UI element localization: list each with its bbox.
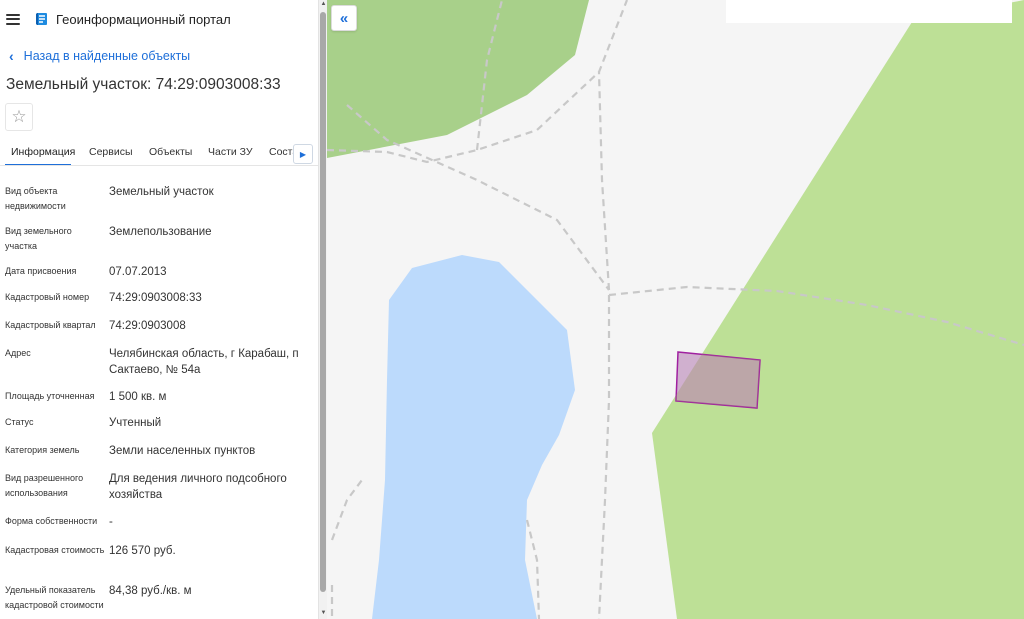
forest-area [327,0,589,158]
property-label: Вид земельного участка [5,226,72,251]
property-label: Кадастровая стоимость [5,545,105,555]
map-layer [327,0,1024,619]
property-label: Форма собственности [5,516,98,526]
header: Геоинформационный портал [0,0,318,38]
collapse-panel-button[interactable]: « [331,5,357,31]
property-value: - [109,516,113,528]
portal-logo-icon [36,12,47,26]
tabs-scroll-right-button[interactable]: ▶ [293,144,313,164]
back-link[interactable]: ‹ Назад в найденные объекты [0,38,318,74]
hamburger-icon[interactable] [6,13,20,25]
property-value: Земли населенных пунктов [109,445,256,457]
property-label: Адрес [5,348,31,358]
property-value: 07.07.2013 [109,266,167,278]
property-label: Статус [5,417,34,427]
property-label: Площадь уточненная [5,391,95,401]
double-chevron-left-icon: « [339,9,349,27]
tab-services[interactable]: Сервисы [89,140,133,165]
app-title: Геоинформационный портал [56,11,231,27]
tab-parts[interactable]: Части ЗУ [208,140,253,165]
forest-area [652,0,1024,619]
property-label: Вид объекта недвижимости [5,186,66,211]
scroll-up-arrow-icon[interactable]: ▲ [320,1,327,7]
property-value: Для ведения личного подсобного хозяйства [109,473,287,501]
tab-objects[interactable]: Объекты [149,140,192,165]
property-label: Категория земель [5,445,80,455]
property-value: 84,38 руб./кв. м [109,585,192,597]
scroll-down-arrow-icon[interactable]: ▼ [320,610,327,616]
property-value: Землепользование [109,226,212,238]
property-value: Учтенный [109,417,162,429]
info-panel: Геоинформационный портал ‹ Назад в найде… [0,0,318,619]
star-icon: ☆ [11,107,27,126]
tab-bar: Информация Сервисы Объекты Части ЗУ Сост… [0,140,318,166]
footpath [597,71,611,291]
property-value: 74:29:0903008:33 [109,292,202,304]
property-label: Кадастровый номер [5,292,90,302]
page-title: Земельный участок: 74:29:0903008:33 [6,76,281,93]
footpath [597,295,611,619]
property-value: 1 500 кв. м [109,391,167,403]
lake [372,255,575,619]
panel-scrollbar[interactable]: ▲ ▼ [318,0,327,619]
property-label: Вид разрешенного использования [5,473,84,498]
arrow-right-icon: ▶ [299,149,307,159]
tab-info[interactable]: Информация [5,140,75,165]
chevron-left-icon: ‹ [9,48,14,64]
property-value: 126 570 руб. [109,545,176,557]
footpath [330,479,363,541]
app-window: Геоинформационный портал ‹ Назад в найде… [0,0,1024,619]
property-label: Кадастровый квартал [5,320,96,330]
property-label: Удельный показатель кадастровой стоимост… [5,585,104,610]
favorite-button[interactable]: ☆ [5,103,33,131]
map-canvas[interactable] [327,0,1024,619]
property-value: Челябинская область, г Карабаш, п Сактае… [109,348,299,376]
property-label: Дата присвоения [5,266,77,276]
map-search-box[interactable] [726,0,1012,23]
scroll-thumb[interactable] [320,12,326,592]
property-value: Земельный участок [109,186,214,198]
property-value: 74:29:0903008 [109,320,186,332]
back-link-label: Назад в найденные объекты [23,49,191,63]
